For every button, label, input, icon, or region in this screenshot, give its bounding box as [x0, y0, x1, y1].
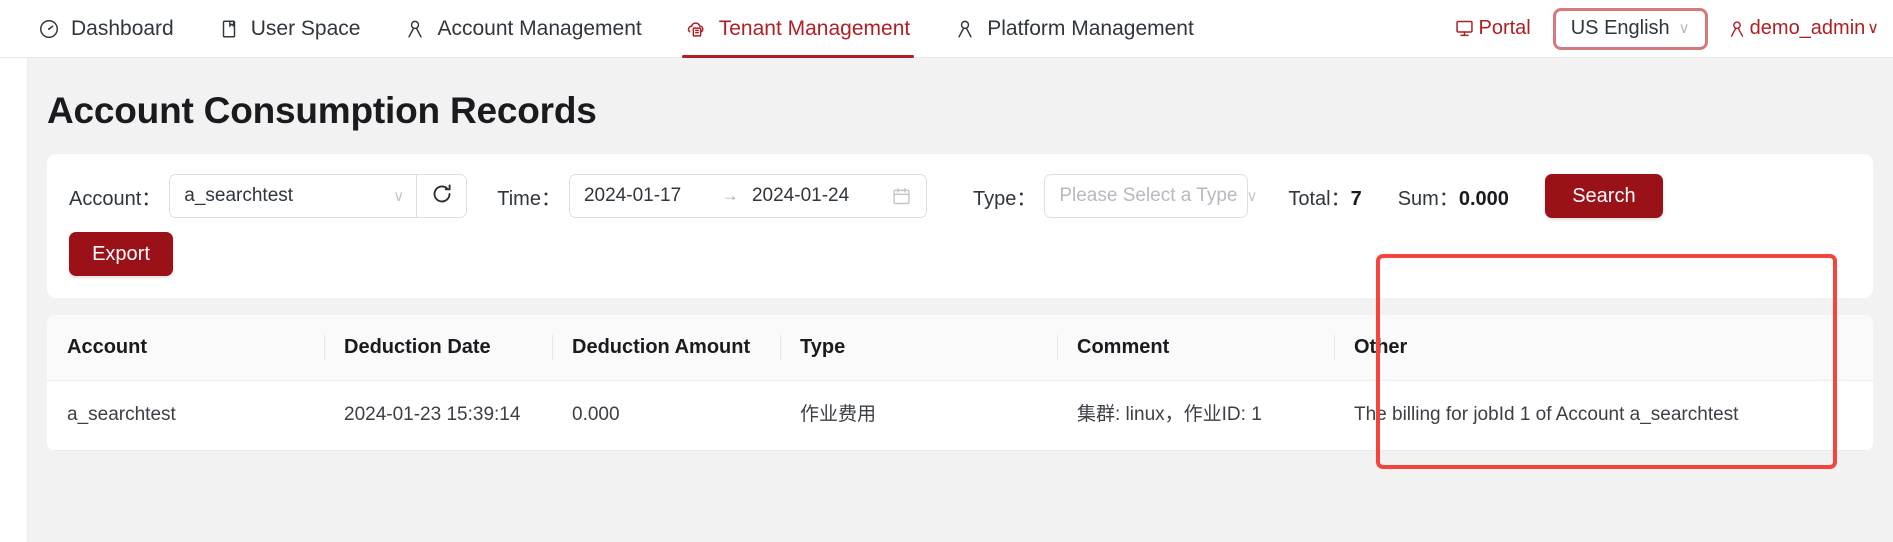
account-select-value: a_searchtest — [184, 185, 294, 206]
nav-item-label: Dashboard — [71, 17, 174, 40]
left-rail — [0, 58, 28, 542]
column-header-deduction-date[interactable]: Deduction Date — [324, 315, 552, 381]
refresh-button[interactable] — [416, 175, 467, 217]
person-icon — [954, 18, 976, 40]
page-body: Account Consumption Records Account： a_s… — [28, 58, 1893, 542]
page-title: Account Consumption Records — [47, 90, 597, 131]
language-selector[interactable]: US English ∨ — [1552, 7, 1708, 50]
column-header-comment[interactable]: Comment — [1057, 315, 1334, 381]
nav-item-user-space[interactable]: User Space — [196, 0, 383, 58]
column-header-type[interactable]: Type — [780, 315, 1057, 381]
export-button[interactable]: Export — [69, 232, 173, 276]
column-header-other[interactable]: Other — [1334, 315, 1873, 381]
type-select-placeholder: Please Select a Type — [1059, 185, 1238, 206]
account-label: Account： — [69, 187, 162, 210]
language-value: US English — [1570, 17, 1670, 39]
table-row[interactable]: a_searchtest 2024-01-23 15:39:14 0.000 作… — [47, 380, 1873, 451]
account-select[interactable]: a_searchtest ∨ — [170, 175, 417, 217]
nav-item-dashboard[interactable]: Dashboard — [16, 0, 196, 58]
nav-item-label: User Space — [250, 17, 361, 40]
calendar-icon — [891, 186, 912, 207]
records-table: Account Deduction Date Deduction Amount … — [47, 315, 1873, 451]
sum-value: 0.000 — [1458, 187, 1509, 210]
total-value: 7 — [1350, 187, 1362, 210]
sum-stat: Sum：0.000 — [1398, 182, 1509, 211]
column-header-account[interactable]: Account — [47, 315, 324, 381]
primary-nav: Dashboard User Space Account Management … — [0, 0, 1216, 58]
cell-deduction-date: 2024-01-23 15:39:14 — [324, 380, 552, 451]
user-name: demo_admin — [1749, 17, 1866, 39]
total-stat: Total：7 — [1288, 182, 1361, 211]
portal-link[interactable]: Portal — [1453, 17, 1531, 40]
time-label: Time： — [497, 187, 561, 210]
table-body: a_searchtest 2024-01-23 15:39:14 0.000 作… — [47, 380, 1873, 451]
export-row: Export — [69, 232, 1851, 276]
monitor-icon — [1453, 18, 1475, 40]
nav-item-tenant-management[interactable]: Tenant Management — [664, 0, 932, 58]
sum-label: Sum： — [1397, 187, 1459, 210]
chevron-down-icon: ∨ — [393, 187, 405, 205]
app-root: Dashboard User Space Account Management … — [0, 0, 1893, 542]
search-button[interactable]: Search — [1544, 174, 1663, 218]
cell-other: The billing for jobId 1 of Account a_sea… — [1334, 380, 1873, 451]
navbar-right-actions: Portal US English ∨ demo_admin ∨ — [1453, 0, 1893, 58]
cell-type: 作业费用 — [780, 380, 1057, 451]
date-range-arrow-icon: → — [721, 186, 739, 205]
total-label: Total： — [1288, 187, 1351, 210]
user-menu[interactable]: demo_admin ∨ — [1726, 17, 1879, 40]
cell-account: a_searchtest — [47, 380, 324, 451]
column-header-deduction-amount[interactable]: Deduction Amount — [552, 315, 780, 381]
nav-item-label: Platform Management — [987, 17, 1194, 40]
portal-label: Portal — [1478, 17, 1531, 39]
chevron-down-icon: ∨ — [1246, 187, 1258, 205]
gauge-icon — [38, 18, 60, 40]
chevron-down-icon: ∨ — [1867, 19, 1879, 37]
table-head: Account Deduction Date Deduction Amount … — [47, 315, 1873, 381]
nav-item-label: Tenant Management — [718, 17, 911, 40]
type-select[interactable]: Please Select a Type ∨ — [1044, 174, 1257, 218]
account-filter-group: a_searchtest ∨ — [169, 174, 468, 218]
nav-item-platform-management[interactable]: Platform Management — [932, 0, 1216, 58]
table-header-row: Account Deduction Date Deduction Amount … — [47, 315, 1873, 381]
top-navbar: Dashboard User Space Account Management … — [0, 0, 1893, 58]
nav-item-label: Account Management — [437, 17, 642, 40]
document-icon — [218, 18, 240, 40]
records-table-card: Account Deduction Date Deduction Amount … — [47, 315, 1873, 451]
cloud-building-icon — [686, 18, 708, 40]
nav-item-account-management[interactable]: Account Management — [382, 0, 663, 58]
cell-comment: 集群: linux，作业ID: 1 — [1057, 380, 1334, 451]
refresh-icon — [430, 182, 454, 211]
date-range-picker[interactable]: 2024-01-17 → 2024-01-24 — [568, 174, 927, 218]
filter-panel: Account： a_searchtest ∨ Time： 2024-01-17… — [47, 154, 1873, 298]
chevron-down-icon: ∨ — [1678, 20, 1690, 37]
date-end-value: 2024-01-24 — [751, 185, 850, 206]
filter-row: Account： a_searchtest ∨ Time： 2024-01-17… — [69, 174, 1851, 218]
person-icon — [404, 18, 426, 40]
type-label: Type： — [972, 187, 1037, 210]
date-start-value: 2024-01-17 — [583, 185, 682, 206]
cell-deduction-amount: 0.000 — [552, 380, 780, 451]
person-icon — [1726, 18, 1748, 40]
